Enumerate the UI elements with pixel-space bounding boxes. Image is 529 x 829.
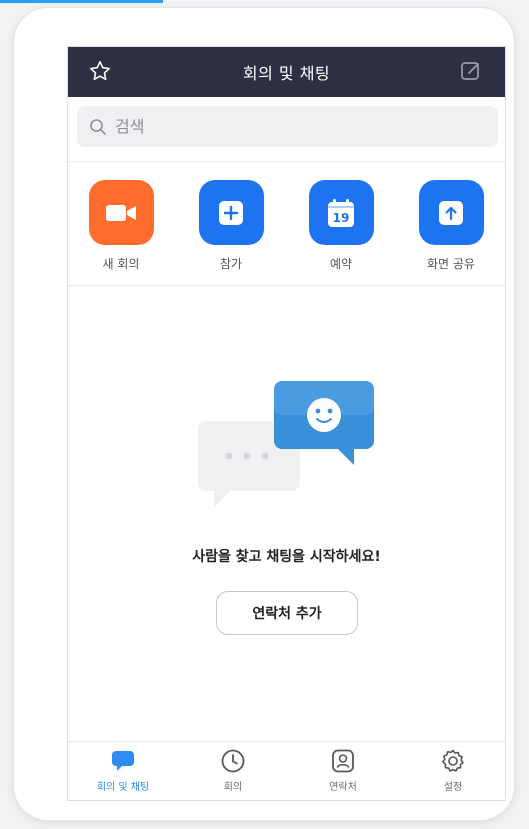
tab-meetings[interactable]: 회의	[188, 748, 278, 793]
search-box[interactable]	[77, 106, 498, 147]
action-label: 예약	[329, 257, 353, 271]
contact-icon	[332, 749, 354, 773]
calendar-icon: 19	[328, 198, 354, 227]
tab-settings[interactable]: 설정	[408, 748, 498, 793]
search-icon	[90, 118, 106, 135]
plus-icon	[219, 200, 243, 225]
new-meeting-button[interactable]: 새 회의	[76, 180, 166, 272]
add-contact-button[interactable]: 연락처 추가	[216, 591, 358, 635]
tab-label: 회의 및 채팅	[96, 782, 150, 793]
clock-icon	[221, 749, 245, 773]
new-meeting-icon-tile[interactable]	[88, 180, 154, 245]
tab-contacts[interactable]: 연락처	[298, 748, 388, 793]
empty-state: 사람을 찾고 채팅을 시작하세요! 연락처 추가	[68, 287, 505, 742]
app-header: 회의 및 채팅	[68, 47, 505, 97]
chat-bubble-icon	[112, 751, 134, 771]
gear-icon	[442, 749, 464, 772]
tab-label: 설정	[443, 782, 463, 793]
action-label: 화면 공유	[427, 257, 475, 271]
page-title: 회의 및 채팅	[242, 64, 331, 83]
action-label: 참가	[219, 257, 243, 271]
join-button[interactable]: 참가	[186, 180, 276, 272]
share-screen-icon	[439, 200, 463, 225]
empty-state-message: 사람을 찾고 채팅을 시작하세요!	[192, 549, 381, 565]
app-screen: 회의 및 채팅 검색 새 회의 참가 19 예약 화면 공유 사람을 찾고 채팅…	[67, 46, 506, 801]
compose-icon[interactable]	[459, 59, 483, 83]
bottom-tab-bar: 회의 및 채팅 회의 연락처 설정	[68, 741, 505, 800]
device-frame: 회의 및 채팅 검색 새 회의 참가 19 예약 화면 공유 사람을 찾고 채팅…	[14, 8, 514, 820]
video-camera-icon	[106, 204, 136, 221]
schedule-icon-tile[interactable]: 19	[308, 180, 374, 245]
search-input[interactable]	[115, 117, 475, 136]
share-screen-button[interactable]: 화면 공유	[406, 180, 496, 272]
share-screen-icon-tile[interactable]	[418, 180, 484, 245]
join-icon-tile[interactable]	[198, 180, 264, 245]
schedule-button[interactable]: 19 예약	[296, 180, 386, 272]
search-section	[68, 97, 505, 162]
tab-label: 회의	[223, 782, 243, 793]
top-accent-line	[0, 0, 163, 3]
calendar-date: 19	[333, 211, 350, 225]
tab-meetings-chat[interactable]: 회의 및 채팅	[78, 748, 168, 793]
quick-actions: 새 회의 참가 19 예약 화면 공유	[68, 162, 505, 286]
star-icon[interactable]	[88, 59, 112, 83]
chat-illustration-icon	[198, 381, 374, 507]
tab-label: 연락처	[329, 782, 357, 793]
action-label: 새 회의	[102, 257, 140, 271]
